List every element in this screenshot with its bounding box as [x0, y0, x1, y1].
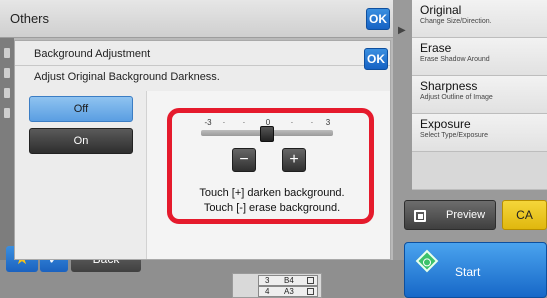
left-tab-strip [0, 38, 14, 260]
tray-size: B4 [284, 276, 294, 285]
function-subtitle: Erase Shadow Around [420, 56, 490, 63]
function-title: Original [420, 3, 462, 17]
tray-row: 4 A3 [258, 286, 318, 297]
tray-number: 4 [265, 287, 270, 296]
function-exposure[interactable]: Exposure Select Type/Exposure [412, 114, 547, 152]
others-header: Others [0, 0, 393, 38]
tray-size: A3 [284, 287, 294, 296]
expand-arrow-icon[interactable]: ▶ [398, 25, 406, 36]
function-empty-slot [412, 152, 547, 190]
function-erase[interactable]: Erase Erase Shadow Around [412, 38, 547, 76]
others-ok-button[interactable]: OK [366, 8, 390, 30]
start-icon [415, 249, 439, 273]
tab-marker [4, 68, 10, 78]
mode-off-button[interactable]: Off [29, 96, 133, 122]
tray-checkbox-icon [307, 288, 314, 295]
tray-checkbox-icon [307, 277, 314, 284]
tray-number: 3 [265, 276, 270, 285]
tab-marker [4, 88, 10, 98]
start-button[interactable]: Start [404, 242, 547, 298]
mode-on-button[interactable]: On [29, 128, 133, 154]
function-subtitle: Adjust Outline of Image [420, 94, 493, 101]
dialog-subtitle: Adjust Original Background Darkness. [34, 71, 220, 83]
function-subtitle: Change Size/Direction. [420, 18, 492, 25]
dialog-title: Background Adjustment [34, 48, 151, 60]
start-label: Start [455, 265, 481, 279]
function-sharpness[interactable]: Sharpness Adjust Outline of Image [412, 76, 547, 114]
tray-row: 3 B4 [258, 275, 318, 286]
preview-button[interactable]: Preview [404, 200, 496, 230]
preview-icon [414, 210, 426, 222]
dialog-ok-button[interactable]: OK [364, 48, 388, 70]
tab-marker [4, 108, 10, 118]
clear-all-button[interactable]: CA [502, 200, 547, 230]
function-title: Erase [420, 41, 452, 55]
function-original[interactable]: Original Change Size/Direction. [412, 0, 547, 38]
function-list: Original Change Size/Direction. Erase Er… [412, 0, 547, 190]
preview-label: Preview [446, 209, 486, 221]
function-title: Sharpness [420, 79, 478, 93]
function-subtitle: Select Type/Exposure [420, 132, 488, 139]
function-title: Exposure [420, 117, 471, 131]
highlight-frame [167, 108, 374, 224]
tab-marker [4, 48, 10, 58]
others-title: Others [10, 11, 50, 26]
dialog-divider [15, 65, 390, 66]
